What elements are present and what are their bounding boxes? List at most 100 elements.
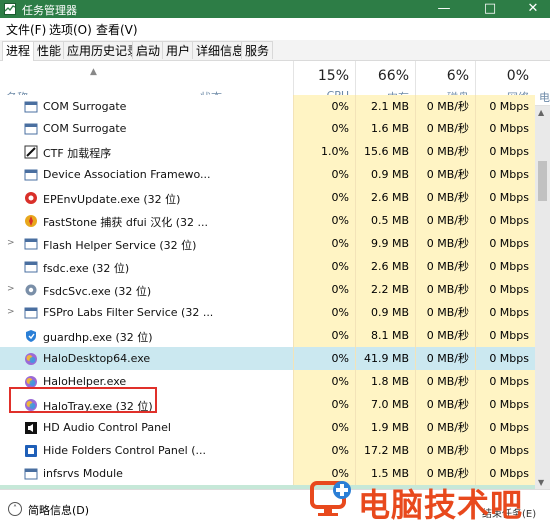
disk-total: 6% — [446, 68, 469, 84]
name-cell: > FSPro Labs Filter Service (32 ... — [0, 301, 293, 324]
tab-startup[interactable]: 启动 — [132, 41, 165, 59]
process-name: fsdc.exe (32 位) — [43, 262, 130, 275]
table-row[interactable]: > FSPro Labs Filter Service (32 ... 0% 0.9 … — [0, 301, 535, 324]
maximize-button[interactable]: □ — [475, 0, 505, 18]
audio-icon — [25, 422, 37, 434]
cpu-cell: 0% — [293, 209, 355, 232]
app-window-icon — [24, 101, 38, 113]
disk-cell: 0 MB/秒 — [415, 324, 475, 347]
name-cell: Device Association Framewo... — [0, 163, 293, 186]
menu-file[interactable]: 文件(F) — [6, 21, 46, 38]
name-cell: > Flash Helper Service (32 位) — [0, 232, 293, 255]
network-cell: 0 Mbps — [475, 140, 535, 163]
table-row[interactable]: guardhp.exe (32 位) 0% 8.1 MB 0 MB/秒 0 Mbps — [0, 324, 535, 347]
expand-chevron-icon[interactable]: > — [7, 284, 15, 294]
network-cell: 0 Mbps — [475, 232, 535, 255]
collapse-icon[interactable]: ˄ — [8, 502, 22, 516]
network-cell: 0 Mbps — [475, 209, 535, 232]
process-name: Device Association Framewo... — [43, 168, 211, 181]
tab-bar: 进程 性能 应用历史记录 启动 用户 详细信息 服务 — [0, 40, 550, 61]
disk-cell: 0 MB/秒 — [415, 255, 475, 278]
minimize-button[interactable]: — — [429, 0, 459, 18]
network-cell: 0 Mbps — [475, 439, 535, 462]
table-row[interactable]: COM Surrogate 0% 1.6 MB 0 MB/秒 0 Mbps — [0, 117, 535, 140]
watermark-text: 电脑技术吧 — [358, 486, 524, 524]
memory-cell: 0.9 MB — [355, 301, 415, 324]
fewer-details-link[interactable]: 简略信息(D) — [28, 502, 89, 518]
process-name: FastStone 捕获 dfui 汉化 (32 ... — [43, 216, 209, 229]
process-name: COM Surrogate — [43, 100, 127, 113]
disk-cell: 0 MB/秒 — [415, 117, 475, 140]
name-cell: Hide Folders Control Panel (... — [0, 439, 293, 462]
table-row[interactable]: Hide Folders Control Panel (... 0% 17.2 MB… — [0, 439, 535, 462]
disk-cell: 0 MB/秒 — [415, 140, 475, 163]
column-power-partial[interactable]: 电 — [539, 89, 550, 105]
network-cell: 0 Mbps — [475, 393, 535, 416]
task-manager-window: 任务管理器 — □ ✕ 文件(F) 选项(O) 查看(V) 进程 性能 应用历史… — [0, 0, 550, 529]
cpu-cell: 0% — [293, 232, 355, 255]
table-row[interactable]: EPEnvUpdate.exe (32 位) 0% 2.6 MB 0 MB/秒 0 Mb… — [0, 186, 535, 209]
expand-chevron-icon[interactable]: > — [7, 307, 15, 317]
table-row[interactable]: FastStone 捕获 dfui 汉化 (32 ... 0% 0.5 MB 0 MB… — [0, 209, 535, 232]
vertical-scrollbar[interactable]: ▲ ▼ — [535, 106, 550, 489]
table-row[interactable]: Device Association Framewo... 0% 0.9 MB 0 M… — [0, 163, 535, 186]
app-window-icon — [24, 261, 38, 273]
memory-cell: 2.6 MB — [355, 186, 415, 209]
task-manager-icon — [4, 3, 16, 15]
halo-icon — [25, 353, 37, 365]
shield-icon — [26, 330, 36, 342]
menu-view[interactable]: 查看(V) — [96, 21, 138, 38]
table-row[interactable]: CTF 加载程序 1.0% 15.6 MB 0 MB/秒 0 Mbps — [0, 140, 535, 163]
process-name: Flash Helper Service (32 位) — [43, 239, 197, 252]
memory-cell: 1.8 MB — [355, 370, 415, 393]
name-cell: COM Surrogate — [0, 117, 293, 140]
network-cell: 0 Mbps — [475, 186, 535, 209]
menu-options[interactable]: 选项(O) — [49, 21, 92, 38]
disk-cell: 0 MB/秒 — [415, 301, 475, 324]
cpu-cell: 0% — [293, 95, 355, 118]
memory-cell: 2.6 MB — [355, 255, 415, 278]
tab-performance[interactable]: 性能 — [33, 41, 66, 59]
network-cell: 0 Mbps — [475, 163, 535, 186]
name-cell: HD Audio Control Panel — [0, 416, 293, 439]
close-button[interactable]: ✕ — [518, 0, 548, 18]
disk-cell: 0 MB/秒 — [415, 163, 475, 186]
highlight-box — [9, 387, 157, 413]
disk-cell: 0 MB/秒 — [415, 95, 475, 118]
table-row[interactable]: HD Audio Control Panel 0% 1.9 MB 0 MB/秒 0 Mb… — [0, 416, 535, 439]
network-cell: 0 Mbps — [475, 324, 535, 347]
process-name: FSPro Labs Filter Service (32 ... — [43, 306, 214, 319]
network-cell: 0 Mbps — [475, 95, 535, 118]
tab-processes[interactable]: 进程 — [2, 41, 35, 61]
name-cell: > FsdcSvc.exe (32 位) — [0, 278, 293, 301]
memory-cell: 9.9 MB — [355, 232, 415, 255]
table-row[interactable]: fsdc.exe (32 位) 0% 2.6 MB 0 MB/秒 0 Mbps — [0, 255, 535, 278]
watermark-monitor-icon — [310, 481, 351, 516]
disk-cell: 0 MB/秒 — [415, 416, 475, 439]
ctf-pen-icon — [24, 145, 38, 159]
name-cell: COM Surrogate — [0, 95, 293, 118]
table-row[interactable]: > FsdcSvc.exe (32 位) 0% 2.2 MB 0 MB/秒 0 Mbps — [0, 278, 535, 301]
process-name: COM Surrogate — [43, 122, 127, 135]
name-cell: infsrvs Module — [0, 462, 293, 485]
scroll-up-icon[interactable]: ▲ — [538, 108, 544, 117]
scrollbar-thumb[interactable] — [538, 161, 547, 201]
tab-details[interactable]: 详细信息 — [192, 41, 249, 59]
network-cell: 0 Mbps — [475, 255, 535, 278]
cpu-cell: 0% — [293, 324, 355, 347]
disk-cell: 0 MB/秒 — [415, 186, 475, 209]
process-name: guardhp.exe (32 位) — [43, 331, 153, 344]
memory-cell: 8.1 MB — [355, 324, 415, 347]
network-cell: 0 Mbps — [475, 347, 535, 370]
tab-app-history[interactable]: 应用历史记录 — [63, 41, 144, 59]
tab-users[interactable]: 用户 — [162, 41, 195, 59]
table-row-selected[interactable]: HaloDesktop64.exe 0% 41.9 MB 0 MB/秒 0 Mbps — [0, 347, 535, 370]
expand-chevron-icon[interactable]: > — [7, 238, 15, 248]
cpu-cell: 0% — [293, 255, 355, 278]
red-circle-icon — [25, 192, 37, 204]
network-total: 0% — [506, 68, 529, 84]
tab-services[interactable]: 服务 — [241, 41, 274, 59]
table-row-partial[interactable]: COM Surrogate 0% 2.1 MB 0 MB/秒 0 Mbps — [0, 95, 535, 118]
memory-cell: 2.2 MB — [355, 278, 415, 301]
table-row[interactable]: > Flash Helper Service (32 位) 0% 9.9 MB 0 MB… — [0, 232, 535, 255]
